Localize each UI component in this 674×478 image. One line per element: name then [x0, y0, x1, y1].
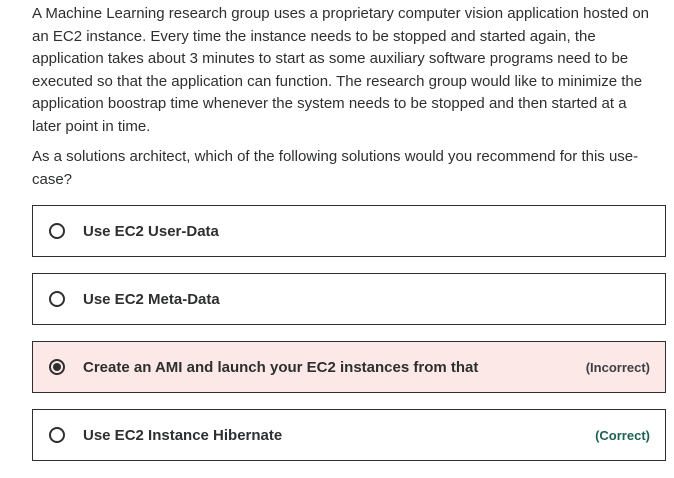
radio-checked-icon[interactable]	[49, 359, 65, 375]
radio-unchecked-icon[interactable]	[49, 223, 65, 239]
answer-option-label: Use EC2 Instance Hibernate	[83, 426, 283, 444]
correct-badge: (Correct)	[595, 427, 650, 443]
radio-unchecked-icon[interactable]	[49, 291, 65, 307]
answer-option-meta-data[interactable]: Use EC2 Meta-Data	[32, 273, 666, 325]
radio-unchecked-icon[interactable]	[49, 427, 65, 443]
answer-option-label: Use EC2 Meta-Data	[83, 290, 220, 308]
answer-option-label: Use EC2 User-Data	[83, 222, 219, 240]
answer-option-user-data[interactable]: Use EC2 User-Data	[32, 205, 666, 257]
answer-option-label: Create an AMI and launch your EC2 instan…	[83, 358, 479, 376]
question-paragraph: A Machine Learning research group uses a…	[32, 5, 650, 135]
answer-option-hibernate[interactable]: Use EC2 Instance Hibernate (Correct)	[32, 409, 666, 461]
question-text: A Machine Learning research group uses a…	[32, 3, 657, 191]
question-prompt: As a solutions architect, which of the f…	[32, 148, 639, 188]
answer-option-ami[interactable]: Create an AMI and launch your EC2 instan…	[32, 341, 666, 393]
answer-options: Use EC2 User-Data Use EC2 Meta-Data Crea…	[32, 205, 666, 477]
incorrect-badge: (Incorrect)	[585, 359, 650, 375]
